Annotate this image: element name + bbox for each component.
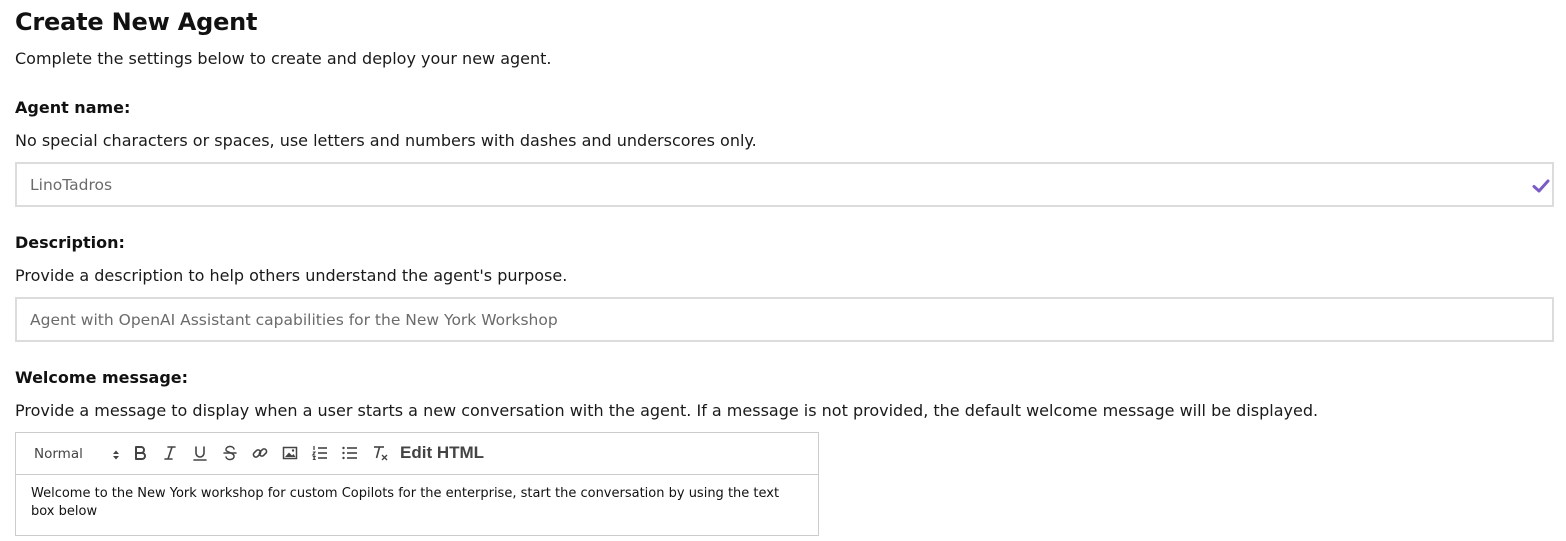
welcome-message-label: Welcome message:	[15, 368, 189, 387]
select-arrows-icon	[112, 448, 120, 460]
ordered-list-icon[interactable]	[311, 444, 329, 462]
welcome-message-help: Provide a message to display when a user…	[15, 401, 1319, 420]
image-icon[interactable]	[281, 444, 299, 462]
editor-toolbar: Normal Edit HTML	[16, 433, 818, 475]
description-label: Description:	[15, 233, 125, 252]
bullet-list-icon[interactable]	[341, 444, 359, 462]
page-subtitle: Complete the settings below to create an…	[15, 49, 552, 68]
page-title: Create New Agent	[15, 8, 258, 36]
clear-format-icon[interactable]	[371, 444, 389, 462]
edit-html-button[interactable]: Edit HTML	[400, 442, 484, 464]
welcome-message-editor: Normal Edit HTML Welcome to the New York…	[15, 432, 819, 536]
strikethrough-icon[interactable]	[221, 444, 239, 462]
agent-name-help: No special characters or spaces, use let…	[15, 131, 757, 150]
italic-icon[interactable]	[161, 444, 179, 462]
check-icon	[1531, 176, 1551, 196]
bold-icon[interactable]	[131, 444, 149, 462]
agent-name-input[interactable]	[15, 162, 1554, 207]
underline-icon[interactable]	[191, 444, 209, 462]
welcome-message-content[interactable]: Welcome to the New York workshop for cus…	[31, 485, 806, 521]
description-input[interactable]	[15, 297, 1554, 342]
format-select-value: Normal	[34, 446, 83, 462]
format-select[interactable]: Normal	[34, 445, 120, 463]
agent-name-label: Agent name:	[15, 98, 131, 117]
link-icon[interactable]	[251, 444, 269, 462]
description-help: Provide a description to help others und…	[15, 266, 568, 285]
